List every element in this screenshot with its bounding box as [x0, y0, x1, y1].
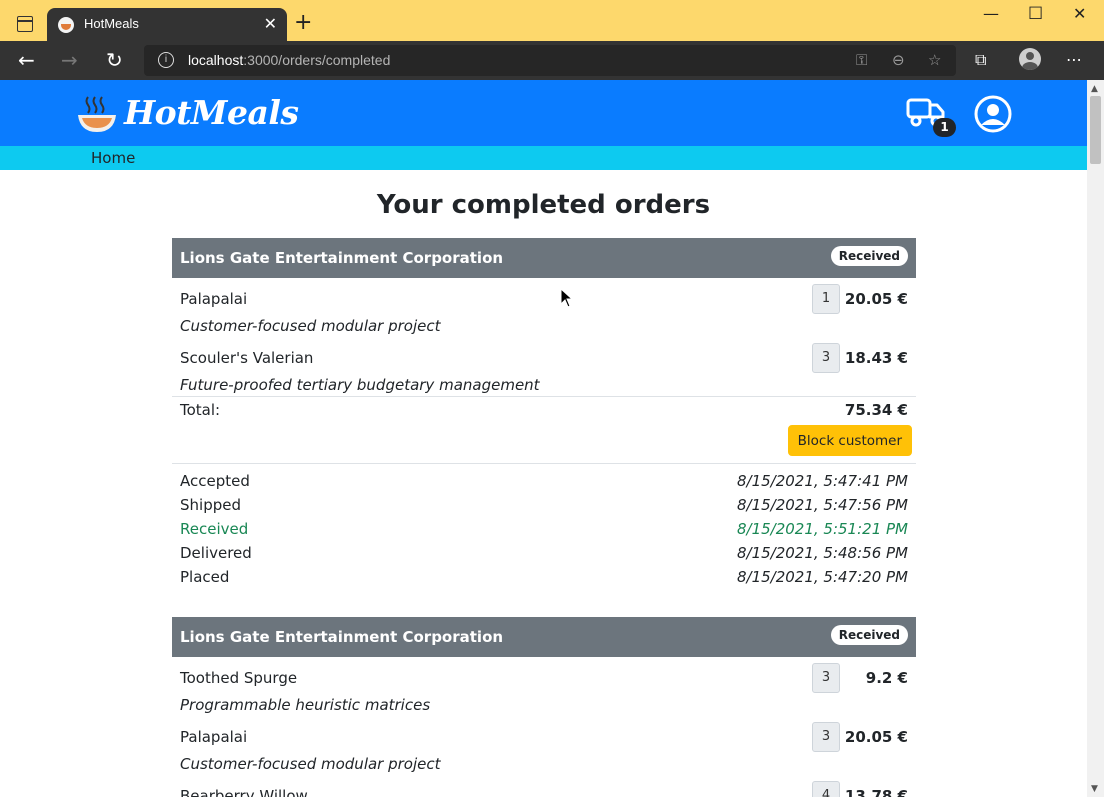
browser-tab-strip: HotMeals ✕ + — ☐ ✕	[0, 0, 1104, 41]
item-name: Palapalai	[180, 728, 248, 746]
order-total-row: Total: 75.34 € Block customer	[172, 396, 916, 464]
item-name: Bearberry Willow	[180, 787, 308, 797]
order-card: Lions Gate Entertainment Corporation Rec…	[172, 238, 916, 591]
item-description: Customer-focused modular project	[180, 755, 441, 773]
scroll-up-arrow-icon[interactable]: ▲	[1091, 84, 1098, 94]
status-row-current: Received 8/15/2021, 5:51:21 PM	[172, 519, 916, 543]
item-quantity: 4	[812, 781, 840, 797]
item-price: 13.78 €	[844, 787, 908, 797]
order-card-header: Lions Gate Entertainment Corporation Rec…	[172, 238, 916, 278]
block-customer-button[interactable]: Block customer	[787, 425, 912, 456]
browser-toolbar: ← → ↻ i localhost:3000/orders/completed …	[0, 41, 1104, 80]
user-account-icon[interactable]	[974, 95, 1012, 133]
total-value: 75.34 €	[844, 401, 908, 419]
window-menu-icon[interactable]	[17, 16, 33, 32]
tab-title: HotMeals	[84, 16, 139, 31]
page-viewport: HotMeals 1 Home Your completed orders Li…	[0, 80, 1087, 797]
item-price: 20.05 €	[844, 290, 908, 308]
url-text: localhost:3000/orders/completed	[188, 52, 391, 68]
item-description: Future-proofed tertiary budgetary manage…	[180, 376, 540, 394]
item-name: Palapalai	[180, 290, 248, 308]
zoom-icon[interactable]: ⊖	[892, 51, 905, 69]
order-card: Lions Gate Entertainment Corporation Rec…	[172, 617, 916, 797]
status-time: 8/15/2021, 5:48:56 PM	[736, 544, 908, 562]
page-scrollbar[interactable]: ▲ ▼	[1087, 80, 1104, 797]
status-row: Placed 8/15/2021, 5:47:20 PM	[172, 567, 916, 591]
status-time: 8/15/2021, 5:51:21 PM	[736, 520, 908, 538]
profile-avatar[interactable]	[1019, 48, 1041, 70]
browser-tab-active[interactable]: HotMeals ✕	[47, 8, 287, 41]
address-bar[interactable]: i localhost:3000/orders/completed ⚿ ⊖ ☆	[144, 45, 956, 76]
scroll-down-arrow-icon[interactable]: ▼	[1091, 784, 1098, 794]
status-row: Delivered 8/15/2021, 5:48:56 PM	[172, 543, 916, 567]
more-menu-icon[interactable]: ⋯	[1066, 50, 1082, 69]
status-name: Received	[180, 520, 249, 538]
close-window-button[interactable]: ✕	[1073, 4, 1086, 23]
order-item: Toothed Spurge Programmable heuristic ma…	[172, 657, 916, 716]
item-description: Customer-focused modular project	[180, 317, 441, 335]
status-badge: Received	[830, 246, 908, 266]
site-header: HotMeals 1	[0, 80, 1087, 146]
minimize-button[interactable]: —	[983, 4, 999, 23]
reload-button[interactable]: ↻	[106, 49, 123, 71]
item-name: Toothed Spurge	[180, 669, 298, 687]
favicon-icon	[58, 17, 74, 33]
new-tab-button[interactable]: +	[294, 11, 312, 35]
order-card-header: Lions Gate Entertainment Corporation Rec…	[172, 617, 916, 657]
status-name: Delivered	[180, 544, 252, 562]
order-item: Palapalai Customer-focused modular proje…	[172, 716, 916, 775]
status-row: Shipped 8/15/2021, 5:47:56 PM	[172, 495, 916, 519]
brand-name[interactable]: HotMeals	[124, 93, 299, 132]
status-name: Placed	[180, 568, 230, 586]
status-name: Shipped	[180, 496, 241, 514]
favorite-add-icon[interactable]: ☆	[928, 51, 941, 69]
order-item: Palapalai Customer-focused modular proje…	[172, 278, 916, 337]
collections-icon[interactable]: ⧉	[975, 50, 986, 70]
item-quantity: 3	[812, 722, 840, 752]
cart-count-badge: 1	[933, 118, 956, 137]
order-item: Scouler's Valerian Future-proofed tertia…	[172, 337, 916, 396]
maximize-button[interactable]: ☐	[1028, 4, 1043, 24]
tab-close-icon[interactable]: ✕	[264, 14, 277, 34]
item-description: Programmable heuristic matrices	[180, 696, 431, 714]
forward-button[interactable]: →	[61, 49, 78, 71]
site-info-icon[interactable]: i	[158, 52, 174, 68]
status-row: Accepted 8/15/2021, 5:47:41 PM	[172, 471, 916, 495]
page-title: Your completed orders	[376, 190, 711, 220]
item-price: 9.2 €	[865, 669, 908, 687]
item-price: 20.05 €	[844, 728, 908, 746]
status-badge: Received	[830, 625, 908, 645]
status-time: 8/15/2021, 5:47:56 PM	[736, 496, 908, 514]
item-price: 18.43 €	[844, 349, 908, 367]
back-button[interactable]: ←	[18, 49, 35, 71]
status-name: Accepted	[180, 472, 250, 490]
mouse-cursor-icon	[560, 288, 574, 308]
status-history: Accepted 8/15/2021, 5:47:41 PM Shipped 8…	[172, 464, 916, 591]
nav-home-link[interactable]: Home	[91, 149, 135, 167]
item-quantity: 3	[812, 663, 840, 693]
restaurant-name: Lions Gate Entertainment Corporation	[180, 628, 504, 646]
breadcrumb-bar: Home	[0, 146, 1087, 170]
item-name: Scouler's Valerian	[180, 349, 314, 367]
key-icon[interactable]: ⚿	[856, 51, 867, 69]
item-quantity: 1	[812, 284, 840, 314]
scrollbar-thumb[interactable]	[1090, 96, 1101, 164]
order-item: Bearberry Willow 4 13.78 €	[172, 775, 916, 797]
status-time: 8/15/2021, 5:47:41 PM	[736, 472, 908, 490]
status-time: 8/15/2021, 5:47:20 PM	[736, 568, 908, 586]
bowl-logo-icon[interactable]	[76, 94, 118, 134]
restaurant-name: Lions Gate Entertainment Corporation	[180, 249, 504, 267]
total-label: Total:	[180, 401, 221, 419]
item-quantity: 3	[812, 343, 840, 373]
